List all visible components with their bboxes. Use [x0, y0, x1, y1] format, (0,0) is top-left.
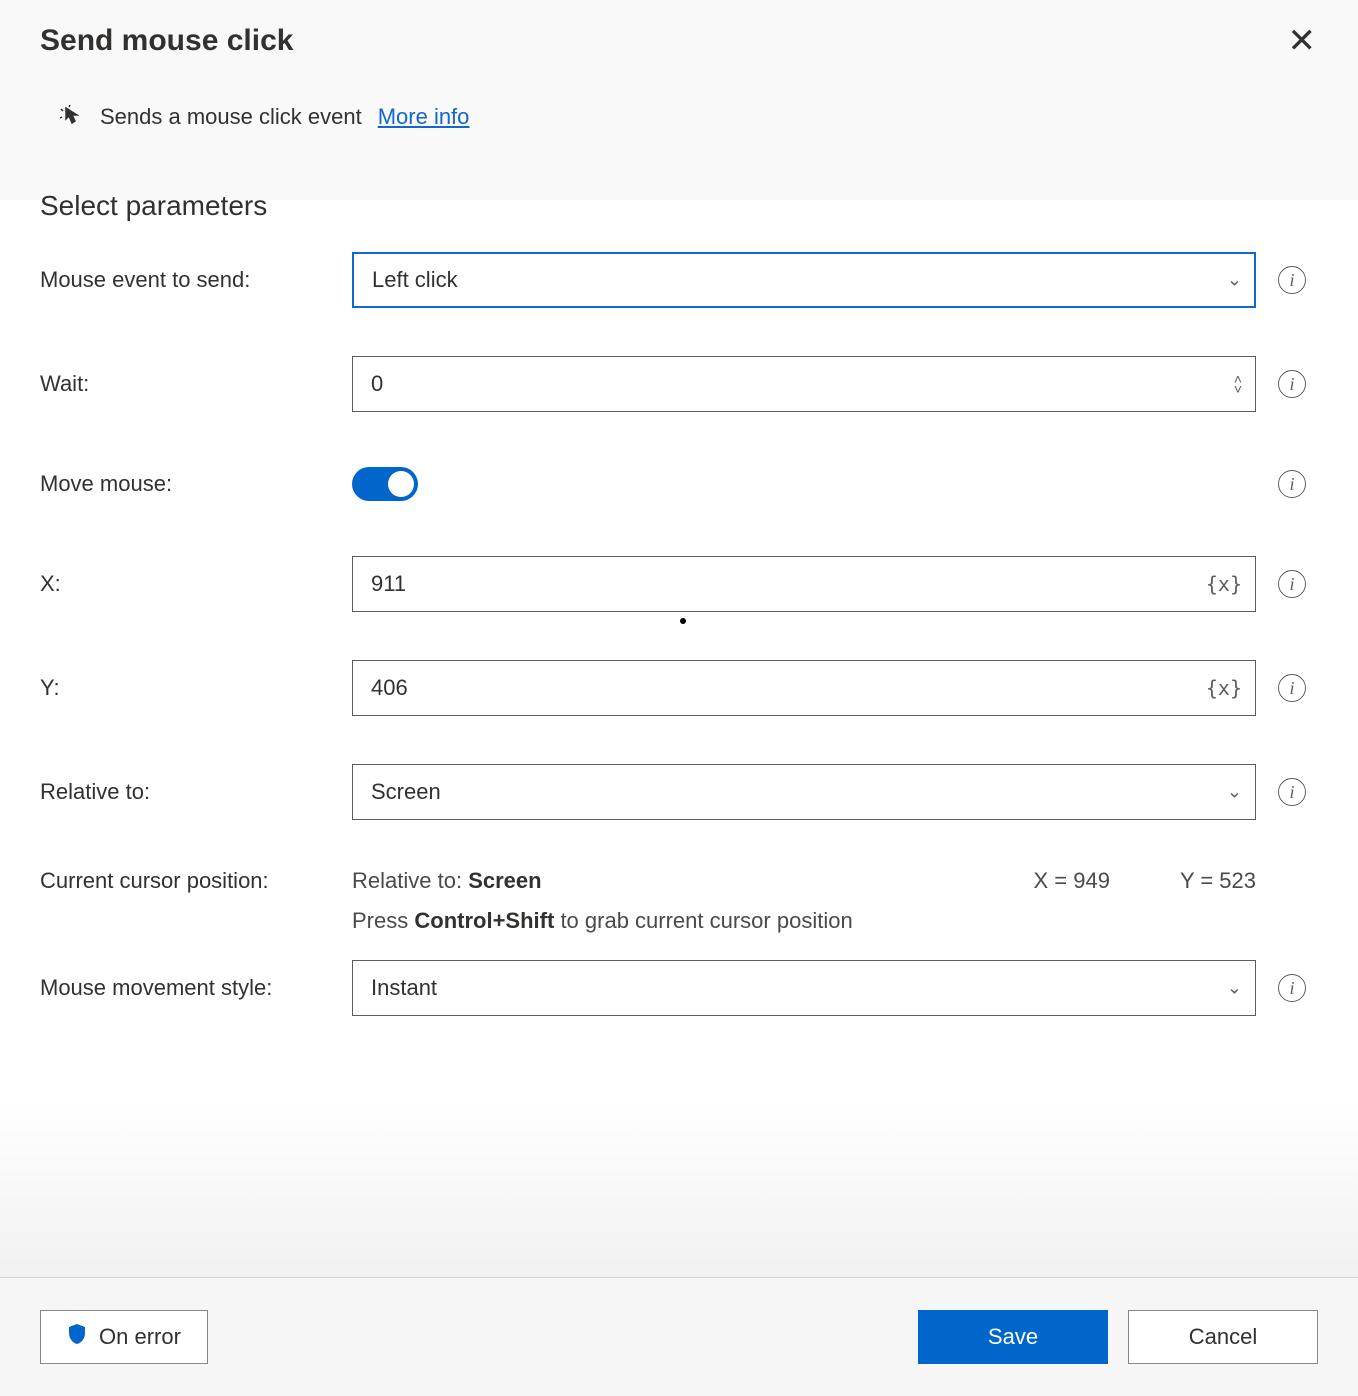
label-mouse-event: Mouse event to send:: [40, 267, 340, 293]
hint-prefix: Press: [352, 908, 408, 933]
cursor-values: Relative to: Screen X = 949 Y = 523: [352, 868, 1256, 894]
info-icon[interactable]: i: [1278, 570, 1306, 598]
titlebar: Send mouse click ✕: [0, 0, 1358, 74]
more-info-link[interactable]: More info: [378, 104, 470, 130]
control-mouse-event: Left click ⌄: [352, 252, 1256, 308]
description-row: Sends a mouse click event More info: [0, 74, 1358, 170]
toggle-knob: [388, 471, 414, 497]
cursor-relative: Relative to: Screen: [352, 868, 542, 894]
mouse-event-dropdown[interactable]: Left click: [352, 252, 1256, 308]
row-move-mouse: Move mouse: i: [40, 460, 1318, 508]
on-error-label: On error: [99, 1324, 181, 1350]
on-error-button[interactable]: On error: [40, 1310, 208, 1364]
control-relative-to: Screen ⌄: [352, 764, 1256, 820]
x-input[interactable]: 911: [352, 556, 1256, 612]
label-y: Y:: [40, 675, 340, 701]
row-mouse-event: Mouse event to send: Left click ⌄ i: [40, 252, 1318, 308]
wait-input[interactable]: 0: [352, 356, 1256, 412]
row-movement-style: Mouse movement style: Instant ⌄ i: [40, 960, 1318, 1016]
relative-to-dropdown[interactable]: Screen: [352, 764, 1256, 820]
label-move-mouse: Move mouse:: [40, 471, 340, 497]
y-value: 406: [371, 675, 408, 701]
hint-keys: Control+Shift: [414, 908, 554, 933]
cursor-x: X = 949: [1033, 868, 1109, 894]
info-icon[interactable]: i: [1278, 974, 1306, 1002]
label-x: X:: [40, 571, 340, 597]
description-text: Sends a mouse click event: [100, 104, 362, 130]
cursor-relative-prefix: Relative to:: [352, 868, 462, 893]
control-movement-style: Instant ⌄: [352, 960, 1256, 1016]
cursor-hint: Press Control+Shift to grab current curs…: [352, 908, 1256, 934]
control-move-mouse: [352, 467, 1256, 501]
cursor-relative-value: Screen: [468, 868, 541, 893]
hint-suffix: to grab current cursor position: [560, 908, 852, 933]
mouse-click-icon: [60, 105, 84, 129]
wait-value: 0: [371, 371, 383, 397]
x-value: 911: [371, 571, 406, 597]
dialog-title: Send mouse click: [40, 24, 293, 58]
movement-style-dropdown[interactable]: Instant: [352, 960, 1256, 1016]
movement-style-value: Instant: [371, 975, 437, 1001]
info-icon[interactable]: i: [1278, 470, 1306, 498]
parameters-form: Mouse event to send: Left click ⌄ i Wait…: [0, 252, 1358, 1064]
shield-icon: [67, 1323, 87, 1351]
mouse-event-value: Left click: [372, 267, 458, 293]
row-x: X: 911 {x} i: [40, 556, 1318, 612]
row-wait: Wait: 0 ˄˅ i: [40, 356, 1318, 412]
label-relative-to: Relative to:: [40, 779, 340, 805]
control-y: 406 {x}: [352, 660, 1256, 716]
label-cursor-position: Current cursor position:: [40, 868, 340, 934]
label-movement-style: Mouse movement style:: [40, 975, 340, 1001]
label-wait: Wait:: [40, 371, 340, 397]
row-cursor-position: Current cursor position: Relative to: Sc…: [40, 868, 1318, 934]
relative-to-value: Screen: [371, 779, 441, 805]
info-icon[interactable]: i: [1278, 266, 1306, 294]
control-x: 911 {x}: [352, 556, 1256, 612]
section-title: Select parameters: [0, 170, 1358, 252]
save-button[interactable]: Save: [918, 1310, 1108, 1364]
move-mouse-toggle[interactable]: [352, 467, 418, 501]
control-wait: 0 ˄˅: [352, 356, 1256, 412]
info-icon[interactable]: i: [1278, 674, 1306, 702]
cursor-y: Y = 523: [1180, 868, 1256, 894]
cursor-info: Relative to: Screen X = 949 Y = 523 Pres…: [352, 868, 1256, 934]
cancel-button[interactable]: Cancel: [1128, 1310, 1318, 1364]
dialog-footer: On error Save Cancel: [0, 1277, 1358, 1396]
close-button[interactable]: ✕: [1276, 18, 1329, 64]
close-icon: ✕: [1288, 22, 1317, 60]
row-y: Y: 406 {x} i: [40, 660, 1318, 716]
info-icon[interactable]: i: [1278, 778, 1306, 806]
y-input[interactable]: 406: [352, 660, 1256, 716]
dialog-send-mouse-click: Send mouse click ✕ Sends a mouse click e…: [0, 0, 1358, 1396]
info-icon[interactable]: i: [1278, 370, 1306, 398]
row-relative-to: Relative to: Screen ⌄ i: [40, 764, 1318, 820]
